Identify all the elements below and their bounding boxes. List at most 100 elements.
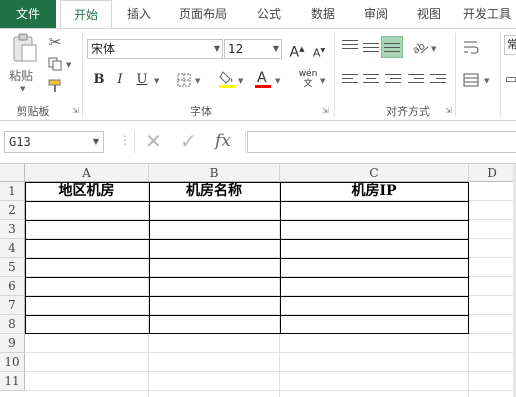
font-color-dropdown-arrow[interactable]: ▼ — [275, 77, 280, 85]
column-header-b[interactable]: B — [149, 164, 280, 182]
alignment-launcher-icon[interactable]: ⇲ — [445, 107, 453, 115]
column-header-c[interactable]: C — [280, 164, 469, 182]
svg-text:A: A — [257, 70, 267, 86]
row-header-3[interactable]: 3 — [0, 220, 25, 239]
paste-button[interactable] — [8, 33, 42, 63]
name-box-value: G13 — [9, 135, 31, 149]
row-header-5[interactable]: 5 — [0, 258, 25, 277]
orientation-dropdown-arrow[interactable]: ▼ — [431, 45, 436, 53]
column-header-d[interactable]: D — [469, 164, 516, 182]
tab-insert[interactable]: 插入 — [116, 0, 162, 28]
row-header-9[interactable]: 9 — [0, 334, 25, 353]
grow-font-button[interactable]: A▲ — [288, 40, 306, 61]
clipboard-launcher-icon[interactable]: ⇲ — [72, 107, 80, 115]
row-header-2[interactable]: 2 — [0, 201, 25, 220]
chevron-down-icon: ▼ — [92, 137, 99, 146]
gridline-v — [468, 182, 469, 397]
tab-page-layout[interactable]: 页面布局 — [168, 0, 238, 28]
clipboard-icon — [13, 33, 37, 62]
format-painter-icon[interactable] — [46, 77, 64, 95]
font-name-combo[interactable]: 宋体 ▼ — [87, 39, 223, 59]
phonetic-dropdown-arrow[interactable]: ▼ — [320, 77, 325, 85]
underline-dropdown-arrow[interactable]: ▼ — [154, 77, 159, 85]
tab-review[interactable]: 审阅 — [351, 0, 401, 28]
row-header-4[interactable]: 4 — [0, 239, 25, 258]
row-header-1[interactable]: 1 — [0, 182, 25, 201]
cancel-icon[interactable]: ✕ — [145, 129, 162, 153]
bold-button[interactable]: B — [90, 71, 108, 89]
tab-data[interactable]: 数据 — [298, 0, 348, 28]
chevron-down-icon: ▼ — [272, 44, 279, 53]
align-middle-icon[interactable] — [363, 43, 379, 57]
insert-function-icon[interactable]: fx — [215, 131, 231, 151]
ribbon: 粘贴 ▼ ✂ ▼ 剪贴板 ⇲ 宋体 ▼ 12 ▼ A▲ A▼ B I U ▼ ▼… — [0, 29, 516, 121]
font-name-value: 宋体 — [91, 42, 116, 56]
select-all-corner[interactable] — [0, 164, 25, 182]
underline-button[interactable]: U — [133, 71, 151, 89]
cut-icon[interactable]: ✂ — [46, 33, 64, 51]
decrease-indent-icon[interactable] — [408, 74, 424, 88]
merge-center-icon[interactable] — [462, 71, 480, 89]
number-format-combo[interactable]: 常 — [504, 35, 516, 55]
formula-buttons: ✕ ✓ fx — [134, 129, 246, 153]
formula-input[interactable] — [247, 131, 516, 153]
gridlines — [25, 182, 516, 397]
group-separator — [82, 33, 83, 117]
gridline-v — [279, 182, 280, 397]
tab-view[interactable]: 视图 — [404, 0, 454, 28]
wrap-text-icon[interactable] — [462, 38, 480, 56]
row-header-8[interactable]: 8 — [0, 315, 25, 334]
align-bottom-icon — [384, 43, 400, 57]
cell-a1[interactable]: 地区机房 — [25, 182, 149, 201]
font-size-value: 12 — [228, 42, 244, 56]
grow-font-label: A — [289, 44, 300, 61]
confirm-icon[interactable]: ✓ — [180, 129, 197, 153]
orientation-icon[interactable]: ab — [410, 37, 430, 57]
font-launcher-icon[interactable]: ⇲ — [322, 107, 330, 115]
clipboard-group-label: 剪贴板 — [16, 105, 50, 118]
fill-color-dropdown-arrow[interactable]: ▼ — [238, 77, 243, 85]
splitter-dots-icon[interactable]: ⋮ — [119, 133, 131, 147]
tab-file[interactable]: 文件 — [0, 0, 56, 28]
align-bottom-button[interactable] — [381, 36, 403, 58]
group-separator — [334, 33, 335, 117]
paste-dropdown-arrow[interactable]: ▼ — [20, 85, 25, 93]
font-group-label: 字体 — [190, 105, 212, 118]
align-center-icon[interactable] — [363, 74, 379, 88]
border-dropdown-arrow[interactable]: ▼ — [195, 77, 200, 85]
paste-label[interactable]: 粘贴 — [9, 67, 33, 84]
ribbon-tab-bar: 文件 开始 插入 页面布局 公式 数据 审阅 视图 开发工具 — [0, 0, 516, 29]
italic-button[interactable]: I — [111, 71, 129, 89]
tab-developer[interactable]: 开发工具 — [458, 0, 516, 28]
row-header-6[interactable]: 6 — [0, 277, 25, 296]
worksheet-grid: A B C D 1 2 3 4 5 6 7 8 9 10 11 地区机房 机房名… — [0, 164, 516, 397]
currency-icon[interactable]: ▭ — [504, 71, 516, 87]
gridline-v — [148, 182, 149, 397]
tab-home[interactable]: 开始 — [60, 0, 112, 28]
border-icon[interactable] — [176, 72, 192, 88]
cell-b1[interactable]: 机房名称 — [149, 182, 280, 201]
column-header-a[interactable]: A — [25, 164, 149, 182]
group-separator — [500, 33, 501, 117]
copy-dropdown-arrow[interactable]: ▼ — [66, 61, 71, 69]
row-header-10[interactable]: 10 — [0, 353, 25, 372]
align-top-icon[interactable] — [342, 40, 358, 54]
copy-icon[interactable] — [46, 55, 64, 73]
svg-text:ab: ab — [411, 41, 427, 55]
name-box[interactable]: G13 ▼ — [4, 131, 104, 153]
font-size-combo[interactable]: 12 ▼ — [224, 39, 282, 59]
phonetic-guide-button[interactable]: wén 文 — [298, 69, 318, 89]
font-color-icon[interactable]: A — [254, 69, 272, 89]
tab-formulas[interactable]: 公式 — [244, 0, 294, 28]
formula-bar: G13 ▼ ⋮ ✕ ✓ fx — [0, 121, 516, 164]
cell-c1[interactable]: 机房IP — [280, 182, 469, 201]
fill-color-icon[interactable] — [218, 69, 236, 89]
shrink-font-button[interactable]: A▼ — [310, 42, 328, 60]
align-right-icon[interactable] — [385, 74, 401, 88]
increase-indent-icon[interactable] — [430, 74, 446, 88]
row-header-11[interactable]: 11 — [0, 372, 25, 391]
align-left-icon[interactable] — [342, 74, 358, 88]
row-header-7[interactable]: 7 — [0, 296, 25, 315]
merge-dropdown-arrow[interactable]: ▼ — [484, 77, 489, 85]
group-separator — [455, 33, 456, 117]
